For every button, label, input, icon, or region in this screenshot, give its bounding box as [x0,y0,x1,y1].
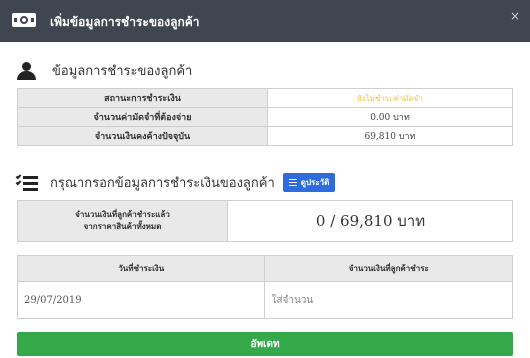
customer-section-header: ข้อมูลการชำระของลูกค้า [16,60,192,81]
paid-summary-label-line2: จากราคาสินค้าทั้งหมด [83,222,162,231]
modal-title: เพิ่มข้อมูลการชำระของลูกค้า [50,15,200,29]
history-button-label: ดูประวัติ [300,178,330,187]
deposit-label: จำนวนค่ามัดจำที่ต้องจ่าย [17,107,268,127]
table-row: จำนวนเงินคงค้างปัจจุบัน 69,810 บาท [17,126,513,146]
checklist-icon [15,173,38,191]
payment-amount-header: จำนวนเงินที่ลูกค้าชำระ [264,255,513,282]
entry-section-title: กรุณากรอกข้อมูลการชำระเงินของลูกค้า [50,176,275,191]
deposit-value: 0.00 บาท [267,107,513,127]
money-icon [12,13,36,27]
update-button[interactable]: อัพเดท [17,332,513,356]
table-row [16,281,513,319]
user-icon [16,61,36,80]
entry-section-header: กรุณากรอกข้อมูลการชำระเงินของลูกค้า ดูปร… [15,172,336,193]
paid-summary-label: จำนวนเงินที่ลูกค้าชำระแล้ว จากราคาสินค้า… [18,201,228,241]
payment-date-header: วันที่ชำระเงิน [16,255,266,282]
payment-info-table: สถานะการชำระเงิน ยังไม่ชำระค่ามัดจำ จำนว… [17,88,513,146]
payment-date-input[interactable] [24,289,259,312]
balance-label: จำนวนเงินคงค้างปัจจุบัน [17,126,268,146]
list-icon [288,179,297,186]
payment-date-cell [16,281,266,319]
table-row: สถานะการชำระเงิน ยังไม่ชำระค่ามัดจำ [17,88,513,108]
table-row: จำนวนค่ามัดจำที่ต้องจ่าย 0.00 บาท [17,107,513,127]
close-icon[interactable]: × [510,9,520,23]
status-label: สถานะการชำระเงิน [17,88,268,108]
payment-amount-cell [264,281,513,319]
status-value: ยังไม่ชำระค่ามัดจำ [267,88,513,108]
balance-value: 69,810 บาท [267,126,513,146]
paid-summary-value: 0 / 69,810 บาท [315,212,426,230]
payment-amount-input[interactable] [271,289,506,312]
customer-section-title: ข้อมูลการชำระของลูกค้า [52,64,193,79]
modal-header: เพิ่มข้อมูลการชำระของลูกค้า × [0,0,530,42]
paid-summary: จำนวนเงินที่ลูกค้าชำระแล้ว จากราคาสินค้า… [17,200,513,242]
table-header-row: วันที่ชำระเงิน จำนวนเงินที่ลูกค้าชำระ [16,255,513,282]
paid-summary-label-line1: จำนวนเงินที่ลูกค้าชำระแล้ว [75,210,170,219]
history-button[interactable]: ดูประวัติ [282,173,336,192]
payment-entry-table: วันที่ชำระเงิน จำนวนเงินที่ลูกค้าชำระ [16,255,513,319]
